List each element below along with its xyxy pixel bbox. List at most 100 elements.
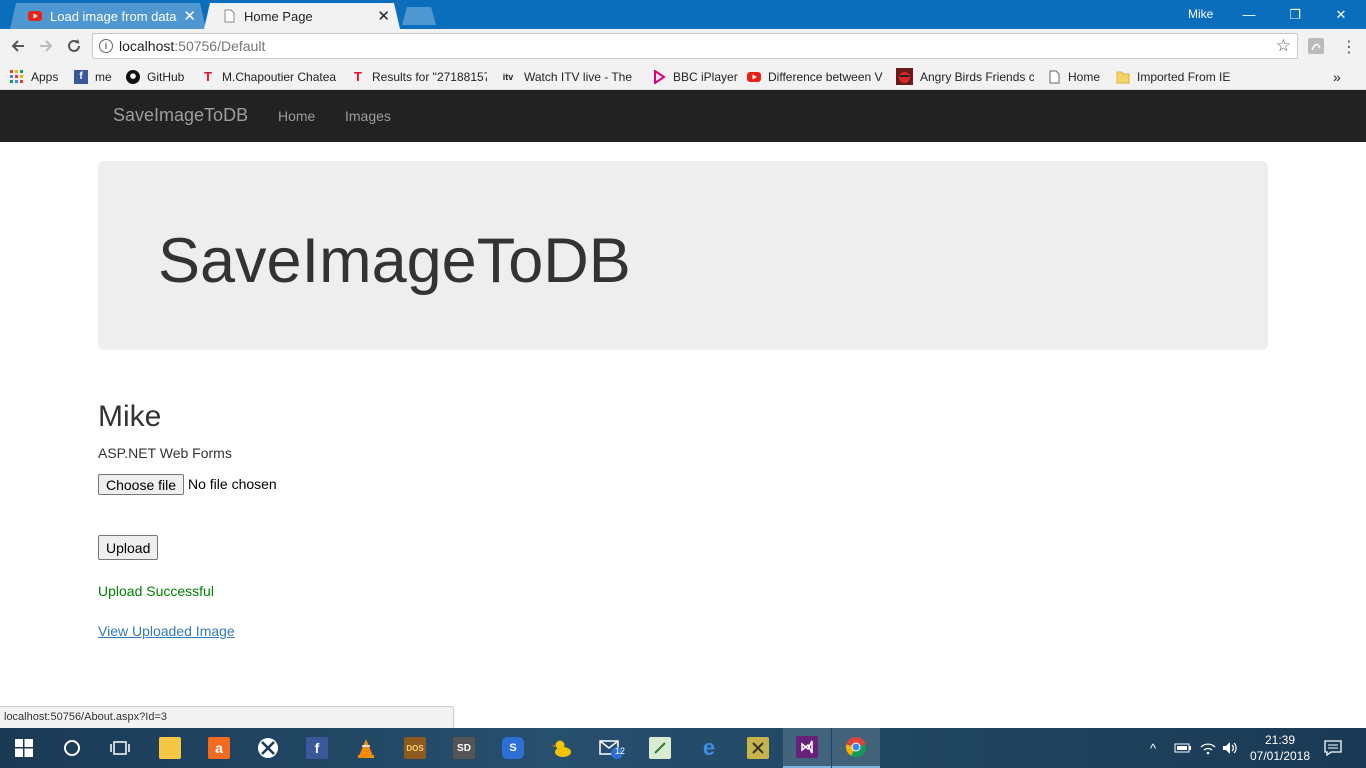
browser-toolbar: i localhost:50756/Default ☆ ⋮ <box>0 29 1366 63</box>
taskbar-vlc[interactable] <box>342 728 390 768</box>
bookmark-label: Apps <box>31 69 59 84</box>
bookmark-label: Imported From IE <box>1137 69 1231 84</box>
pdf-extension-icon[interactable] <box>1307 37 1325 55</box>
nav-link-home[interactable]: Home <box>278 108 315 124</box>
bookmark-label: me <box>95 69 112 84</box>
tab-title: Home Page <box>244 8 313 24</box>
duck-icon <box>552 740 571 757</box>
chrome-menu-icon[interactable]: ⋮ <box>1340 37 1358 56</box>
youtube-icon <box>747 70 761 84</box>
taskbar-xbox[interactable] <box>244 728 292 768</box>
upload-button[interactable]: Upload <box>98 535 159 560</box>
bookmark-itv[interactable]: itv Watch ITV live - The I <box>499 68 635 85</box>
task-view-button[interactable] <box>96 728 144 768</box>
page-icon <box>222 9 236 23</box>
task-view-icon <box>110 741 130 755</box>
bookmark-label: GitHub <box>147 69 185 84</box>
volume-icon[interactable] <box>1222 728 1238 768</box>
bookmark-angry-birds[interactable]: Angry Birds Friends c <box>896 68 1034 85</box>
dosbox-icon: DOS <box>404 737 426 759</box>
browser-titlebar: Load image from databa ✕ Home Page ✕ Mik… <box>0 0 1366 29</box>
bookmark-label: M.Chapoutier Chatea <box>222 69 337 84</box>
back-button[interactable] <box>6 34 30 58</box>
taskbar-facebook[interactable]: f <box>293 728 341 768</box>
iplayer-icon <box>652 69 666 84</box>
bookmark-chapoutier[interactable]: T M.Chapoutier Chatea <box>201 68 337 85</box>
close-tab-icon[interactable]: ✕ <box>183 7 196 25</box>
nav-link-images[interactable]: Images <box>345 108 391 124</box>
bookmark-star-icon[interactable]: ☆ <box>1276 36 1291 56</box>
choose-file-button[interactable]: Choose file <box>98 474 185 495</box>
taskbar-edge[interactable]: e <box>685 728 733 768</box>
facebook-icon: f <box>306 737 328 759</box>
bookmark-me[interactable]: f me <box>74 68 112 85</box>
close-tab-icon[interactable]: ✕ <box>377 7 390 25</box>
taskbar-file-explorer[interactable] <box>146 728 194 768</box>
start-button[interactable] <box>0 728 48 768</box>
bookmark-results[interactable]: T Results for "27188157 <box>351 68 487 85</box>
edge-icon: e <box>702 735 716 760</box>
taskbar-tools[interactable] <box>734 728 782 768</box>
windows-taskbar: a f DOS SD S 12 e ^ 21:39 07/01/2018 <box>0 728 1366 768</box>
more-bookmarks-button[interactable]: » <box>1333 68 1341 85</box>
bookmarks-bar: Apps f me GitHub T M.Chapoutier Chatea T… <box>0 63 1366 90</box>
notification-icon <box>1324 740 1342 756</box>
tesco-icon: T <box>354 69 362 84</box>
navbar-brand[interactable]: SaveImageToDB <box>113 105 248 126</box>
section-heading: Mike <box>98 400 162 433</box>
visual-studio-icon <box>796 736 818 758</box>
taskbar-notepad[interactable] <box>636 728 684 768</box>
address-bar[interactable]: i localhost:50756/Default ☆ <box>92 33 1298 59</box>
reload-button[interactable] <box>62 34 86 58</box>
new-tab-button[interactable] <box>402 7 436 25</box>
apps-grid-icon <box>10 69 24 84</box>
youtube-icon <box>28 9 42 23</box>
swiftkey-icon: S <box>502 737 524 759</box>
taskbar-duck[interactable] <box>538 728 586 768</box>
xbox-icon <box>258 738 278 758</box>
facebook-icon: f <box>74 69 88 84</box>
avast-icon: a <box>208 737 230 759</box>
bookmark-home[interactable]: Home <box>1047 68 1100 85</box>
tab-home-page[interactable]: Home Page ✕ <box>204 3 400 29</box>
restore-button[interactable]: ❐ <box>1272 0 1318 29</box>
bookmark-iplayer[interactable]: BBC iPlayer <box>652 68 738 85</box>
mail-badge: 12 <box>615 746 626 756</box>
profile-name[interactable]: Mike <box>1188 7 1213 21</box>
tesco-icon: T <box>204 69 212 84</box>
taskbar-visual-studio[interactable] <box>783 728 831 768</box>
show-hidden-icons-button[interactable]: ^ <box>1150 728 1156 768</box>
wifi-icon[interactable] <box>1200 728 1216 768</box>
close-window-button[interactable]: ✕ <box>1318 0 1364 29</box>
bookmark-label: Results for "27188157 <box>372 69 487 84</box>
taskbar-avast[interactable]: a <box>195 728 243 768</box>
file-status: No file chosen <box>188 476 277 492</box>
cortana-button[interactable] <box>48 728 96 768</box>
forward-button[interactable] <box>34 34 58 58</box>
bookmark-difference[interactable]: Difference between V <box>747 68 883 85</box>
url-path: :50756/Default <box>174 38 266 54</box>
taskbar-mail[interactable]: 12 <box>587 728 635 768</box>
view-uploaded-image-link[interactable]: View Uploaded Image <box>98 623 235 639</box>
bookmark-imported-from-ie[interactable]: Imported From IE <box>1116 68 1230 85</box>
info-icon[interactable]: i <box>99 39 113 53</box>
taskbar-chrome[interactable] <box>832 728 880 768</box>
action-center-button[interactable] <box>1324 728 1342 768</box>
file-explorer-icon <box>159 737 181 759</box>
taskbar-sd[interactable]: SD <box>440 728 488 768</box>
battery-icon[interactable] <box>1174 728 1192 768</box>
taskbar-dosbox[interactable]: DOS <box>391 728 439 768</box>
tab-title: Load image from databa <box>50 8 178 24</box>
reload-icon <box>68 39 80 52</box>
clock-date: 07/01/2018 <box>1249 749 1311 763</box>
system-clock[interactable]: 21:39 07/01/2018 <box>1248 732 1312 764</box>
status-url-bubble: localhost:50756/About.aspx?Id=3 <box>0 706 454 728</box>
bookmark-apps[interactable]: Apps <box>10 68 58 85</box>
notepad-icon <box>649 737 671 759</box>
taskbar-swiftkey[interactable]: S <box>489 728 537 768</box>
back-arrow-icon <box>11 40 24 52</box>
tab-load-image[interactable]: Load image from databa ✕ <box>10 3 206 29</box>
bookmark-github[interactable]: GitHub <box>126 68 184 85</box>
minimize-button[interactable]: — <box>1226 0 1272 29</box>
section-subheading: ASP.NET Web Forms <box>98 445 232 461</box>
